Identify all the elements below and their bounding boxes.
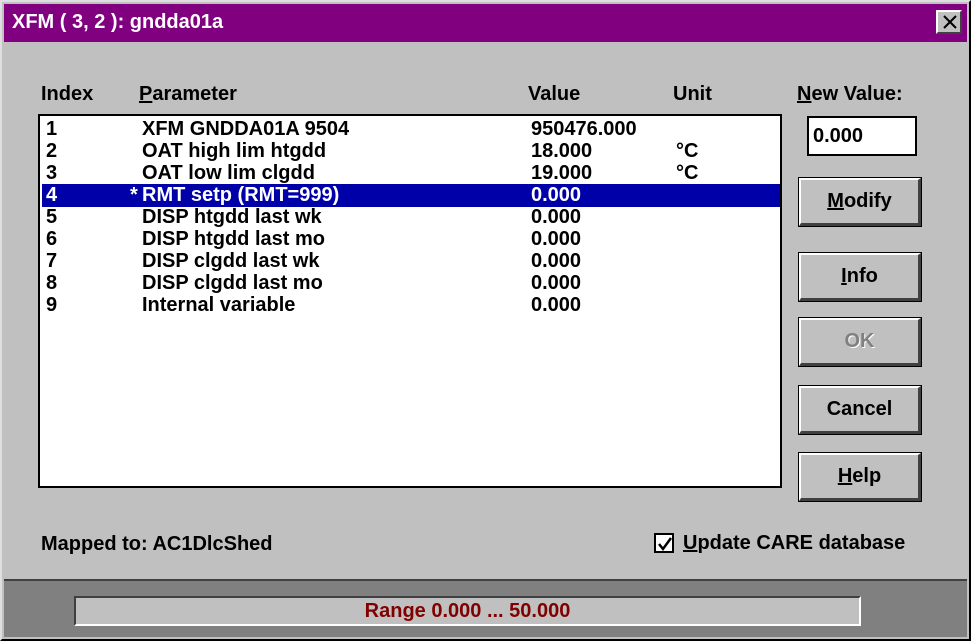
column-header-value: Value — [528, 83, 581, 105]
column-header-unit: Unit — [673, 83, 712, 105]
list-item-index: 6 — [46, 228, 58, 250]
list-item[interactable]: 7 DISP clgdd last wk 0.000 — [42, 250, 780, 273]
list-item-value: 19.000 — [531, 162, 593, 184]
checkmark-icon — [658, 537, 673, 552]
update-care-checkbox[interactable] — [654, 533, 674, 553]
cancel-button[interactable]: Cancel — [799, 386, 921, 434]
range-indicator: Range 0.000 ... 50.000 — [74, 596, 861, 626]
list-item-index: 3 — [46, 162, 58, 184]
list-item[interactable]: 5 DISP htgdd last wk 0.000 — [42, 206, 780, 229]
modify-button[interactable]: Modify — [799, 178, 921, 226]
list-item-parameter: DISP htgdd last mo — [142, 228, 325, 250]
list-item-unit: °C — [676, 162, 699, 184]
help-button[interactable]: Help — [799, 453, 921, 501]
list-item[interactable]: 6 DISP htgdd last mo 0.000 — [42, 228, 780, 251]
column-header-parameter: Parameter — [139, 83, 237, 105]
new-value-label: New Value: — [797, 83, 903, 105]
list-item-parameter: OAT high lim htgdd — [142, 140, 327, 162]
list-item-parameter: DISP clgdd last wk — [142, 250, 320, 272]
list-item-value: 0.000 — [531, 272, 582, 294]
list-item-parameter: OAT low lim clgdd — [142, 162, 315, 184]
list-item-index: 7 — [46, 250, 58, 272]
status-bar: Range 0.000 ... 50.000 — [4, 579, 967, 637]
window-title: XFM ( 3, 2 ): gndda01a — [12, 11, 224, 33]
new-value-input[interactable]: 0.000 — [807, 116, 917, 156]
list-item[interactable]: 9 Internal variable 0.000 — [42, 294, 780, 317]
list-item-index: 9 — [46, 294, 58, 316]
list-item-index: 4 — [46, 184, 58, 206]
mapped-to-label: Mapped to: AC1DlcShed — [41, 533, 273, 555]
list-item-index: 2 — [46, 140, 58, 162]
list-item-value: 0.000 — [531, 294, 582, 316]
list-item-parameter: RMT setp (RMT=999) — [142, 184, 340, 206]
column-header-index: Index — [41, 83, 94, 105]
list-item-value: 950476.000 — [531, 118, 637, 140]
list-item-index: 1 — [46, 118, 58, 140]
list-item-parameter: XFM GNDDA01A 9504 — [142, 118, 350, 140]
ok-button[interactable]: OK — [799, 318, 921, 366]
list-item-marker: * — [130, 184, 138, 206]
list-item-value: 0.000 — [531, 184, 582, 206]
list-item[interactable]: 1 XFM GNDDA01A 9504 950476.000 — [42, 118, 780, 141]
update-care-label[interactable]: Update CARE database — [683, 532, 905, 555]
close-button[interactable] — [936, 10, 962, 34]
close-icon — [943, 15, 957, 29]
list-item[interactable]: 3 OAT low lim clgdd 19.000 °C — [42, 162, 780, 185]
list-item[interactable]: 4 * RMT setp (RMT=999) 0.000 — [42, 184, 780, 207]
dialog-window: XFM ( 3, 2 ): gndda01a Index Parameter V… — [0, 0, 971, 641]
list-item-parameter: DISP htgdd last wk — [142, 206, 322, 228]
parameter-list[interactable]: 1 XFM GNDDA01A 9504 950476.000 2 OAT high li… — [38, 114, 782, 488]
list-item-parameter: Internal variable — [142, 294, 296, 316]
list-item-value: 0.000 — [531, 206, 582, 228]
list-item-unit: °C — [676, 140, 699, 162]
list-item-value: 18.000 — [531, 140, 593, 162]
list-item[interactable]: 8 DISP clgdd last mo 0.000 — [42, 272, 780, 295]
list-item-index: 5 — [46, 206, 58, 228]
list-item-index: 8 — [46, 272, 58, 294]
list-item-value: 0.000 — [531, 228, 582, 250]
title-bar[interactable]: XFM ( 3, 2 ): gndda01a — [4, 4, 967, 42]
info-button[interactable]: Info — [799, 253, 921, 301]
list-item-parameter: DISP clgdd last mo — [142, 272, 323, 294]
list-item-value: 0.000 — [531, 250, 582, 272]
list-item[interactable]: 2 OAT high lim htgdd 18.000 °C — [42, 140, 780, 163]
